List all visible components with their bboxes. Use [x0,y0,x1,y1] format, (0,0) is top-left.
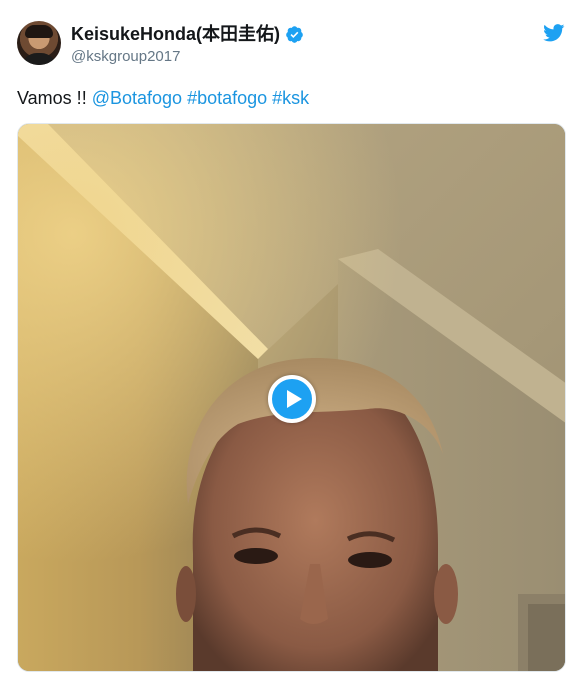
author-avatar[interactable] [17,21,61,65]
tweet-text-plain: Vamos !! [17,88,92,108]
video-thumbnail[interactable] [17,123,566,672]
verified-badge-icon [285,25,304,44]
play-video-button[interactable] [268,375,316,423]
author-name-row: KeisukeHonda(本田圭佑) [71,23,304,45]
author-handle[interactable]: @kskgroup2017 [71,48,180,66]
embedded-tweet: KeisukeHonda(本田圭佑) @kskgroup2017 Vamos !… [0,0,587,677]
hashtag-link-ksk[interactable]: #ksk [272,88,309,108]
play-icon [287,390,302,408]
mention-link-botafogo[interactable]: @Botafogo [92,88,182,108]
hashtag-link-botafogo[interactable]: #botafogo [187,88,267,108]
twitter-bird-icon[interactable] [543,24,565,42]
avatar-shirt [21,53,57,65]
avatar-hair [25,25,53,38]
tweet-text: Vamos !! @Botafogo #botafogo #ksk [17,87,309,109]
author-display-name[interactable]: KeisukeHonda(本田圭佑) [71,23,280,45]
